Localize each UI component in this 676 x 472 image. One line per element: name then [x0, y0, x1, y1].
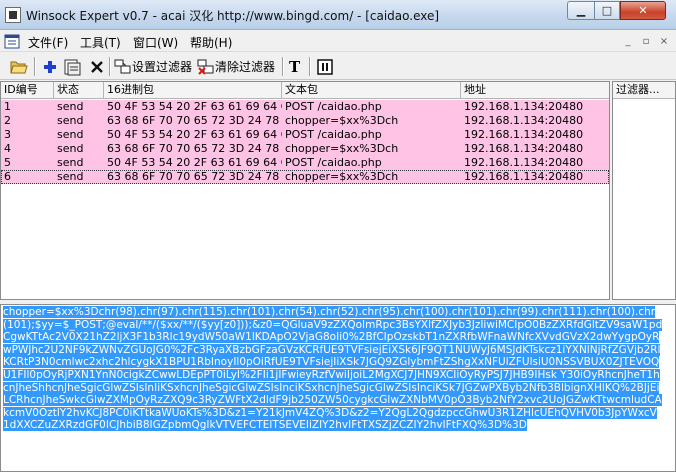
minimize-button[interactable]: ▁ — [567, 1, 594, 20]
close-button[interactable]: ✕ — [620, 1, 666, 20]
cell-hex: 63 68 6F 70 70 65 72 3D 24 78 7... — [107, 114, 282, 127]
packet-list-header: ID编号 状态 16进制包 文本包 地址 — [1, 82, 609, 99]
pause-button[interactable] — [316, 56, 334, 77]
menu-help[interactable]: 帮助(H) — [190, 34, 232, 51]
document-icon[interactable] — [4, 34, 20, 49]
cell-status: send — [57, 128, 84, 141]
maximize-button[interactable]: □ — [594, 1, 620, 20]
table-row[interactable]: 1 send 50 4F 53 54 20 2F 63 61 69 64 6... P… — [1, 100, 609, 114]
cell-hex: 63 68 6F 70 70 65 72 3D 24 78 7... — [107, 170, 282, 183]
delete-icon — [88, 58, 106, 76]
filter-panel-header[interactable]: 过滤器... — [613, 82, 675, 99]
cell-address: 192.168.1.134:20480 — [464, 156, 584, 169]
cell-id: 3 — [4, 128, 11, 141]
filter-settings-icon — [114, 58, 132, 76]
save-button[interactable] — [63, 56, 81, 77]
window-title: Winsock Expert v0.7 - acai 汉化 http://www… — [26, 9, 440, 23]
cell-address: 192.168.1.134:20480 — [464, 142, 584, 155]
cell-text: POST /caidao.php — [285, 156, 382, 169]
clear-filter-button[interactable]: 清除过滤器 — [197, 56, 275, 77]
cell-address: 192.168.1.134:20480 — [464, 128, 584, 141]
table-row[interactable]: 6 send 63 68 6F 70 70 65 72 3D 24 78 7... c… — [1, 170, 609, 184]
set-filter-label: 设置过滤器 — [132, 60, 193, 74]
table-row[interactable]: 4 send 63 68 6F 70 70 65 72 3D 24 78 7... c… — [1, 142, 609, 156]
cell-id: 2 — [4, 114, 11, 127]
cell-status: send — [57, 100, 84, 113]
menu-file[interactable]: 文件(F) — [28, 34, 68, 51]
payload-selection: chopper=$xx%3Dchr(98).chr(97).chr(115).c… — [3, 306, 663, 432]
filter-clear-icon — [197, 58, 215, 76]
table-row[interactable]: 3 send 50 4F 53 54 20 2F 63 61 69 64 6... P… — [1, 128, 609, 142]
cell-status: send — [57, 142, 84, 155]
add-button[interactable] — [41, 56, 59, 77]
cell-hex: 50 4F 53 54 20 2F 63 61 69 64 6... — [107, 100, 282, 113]
cell-text: chopper=$xx%3Dch — [285, 170, 399, 183]
column-header-address[interactable]: 地址 — [461, 82, 609, 99]
cell-hex: 50 4F 53 54 20 2F 63 61 69 64 6... — [107, 156, 282, 169]
cell-id: 5 — [4, 156, 11, 169]
column-header-hex[interactable]: 16进制包 — [104, 82, 282, 99]
title-bar: Winsock Expert v0.7 - acai 汉化 http://www… — [0, 0, 676, 30]
cell-hex: 63 68 6F 70 70 65 72 3D 24 78 7... — [107, 142, 282, 155]
set-filter-button[interactable]: 设置过滤器 — [114, 56, 192, 77]
table-row[interactable]: 2 send 63 68 6F 70 70 65 72 3D 24 78 7... c… — [1, 114, 609, 128]
clear-filter-label: 清除过滤器 — [215, 60, 276, 74]
cell-id: 1 — [4, 100, 11, 113]
cell-address: 192.168.1.134:20480 — [464, 100, 584, 113]
filter-panel: 过滤器... — [612, 81, 676, 300]
delete-button[interactable] — [88, 56, 106, 77]
mdi-minimize-button[interactable]: _ — [620, 34, 636, 49]
table-row[interactable]: 5 send 50 4F 53 54 20 2F 63 61 69 64 6... P… — [1, 156, 609, 170]
menu-window[interactable]: 窗口(W) — [133, 34, 178, 51]
cell-text: chopper=$xx%3Dch — [285, 142, 399, 155]
cell-hex: 50 4F 53 54 20 2F 63 61 69 64 6... — [107, 128, 282, 141]
cell-status: send — [57, 170, 84, 183]
cell-status: send — [57, 156, 84, 169]
mdi-restore-button[interactable]: ▫ — [638, 34, 654, 49]
payload-pane[interactable]: chopper=$xx%3Dchr(98).chr(97).chr(115).c… — [0, 304, 676, 472]
menu-tools[interactable]: 工具(T) — [80, 34, 121, 51]
cell-text: chopper=$xx%3Dch — [285, 114, 399, 127]
column-header-text[interactable]: 文本包 — [282, 82, 461, 99]
packet-list: ID编号 状态 16进制包 文本包 地址 1 send 50 4F 53 54 20… — [0, 81, 610, 300]
cell-text: POST /caidao.php — [285, 100, 382, 113]
mdi-close-button[interactable]: × — [656, 34, 672, 49]
cell-id: 6 — [4, 170, 11, 183]
open-button[interactable] — [10, 56, 28, 77]
cell-id: 4 — [4, 142, 11, 155]
cell-status: send — [57, 114, 84, 127]
pause-icon — [316, 58, 334, 76]
text-view-button[interactable]: T — [289, 56, 300, 77]
column-header-id[interactable]: ID编号 — [1, 82, 54, 99]
plus-icon — [41, 58, 59, 76]
cell-text: POST /caidao.php — [285, 128, 382, 141]
cell-address: 192.168.1.134:20480 — [464, 170, 584, 183]
payload-text[interactable]: chopper=$xx%3Dchr(98).chr(97).chr(115).c… — [3, 306, 663, 432]
folder-open-icon — [10, 58, 28, 76]
column-header-status[interactable]: 状态 — [54, 82, 104, 99]
save-icon — [63, 58, 81, 76]
cell-address: 192.168.1.134:20480 — [464, 114, 584, 127]
menu-bar: 文件(F) 工具(T) 窗口(W) 帮助(H) _ ▫ × — [0, 31, 676, 52]
app-icon — [5, 7, 21, 23]
toolbar: 设置过滤器 清除过滤器 T — [0, 53, 676, 80]
